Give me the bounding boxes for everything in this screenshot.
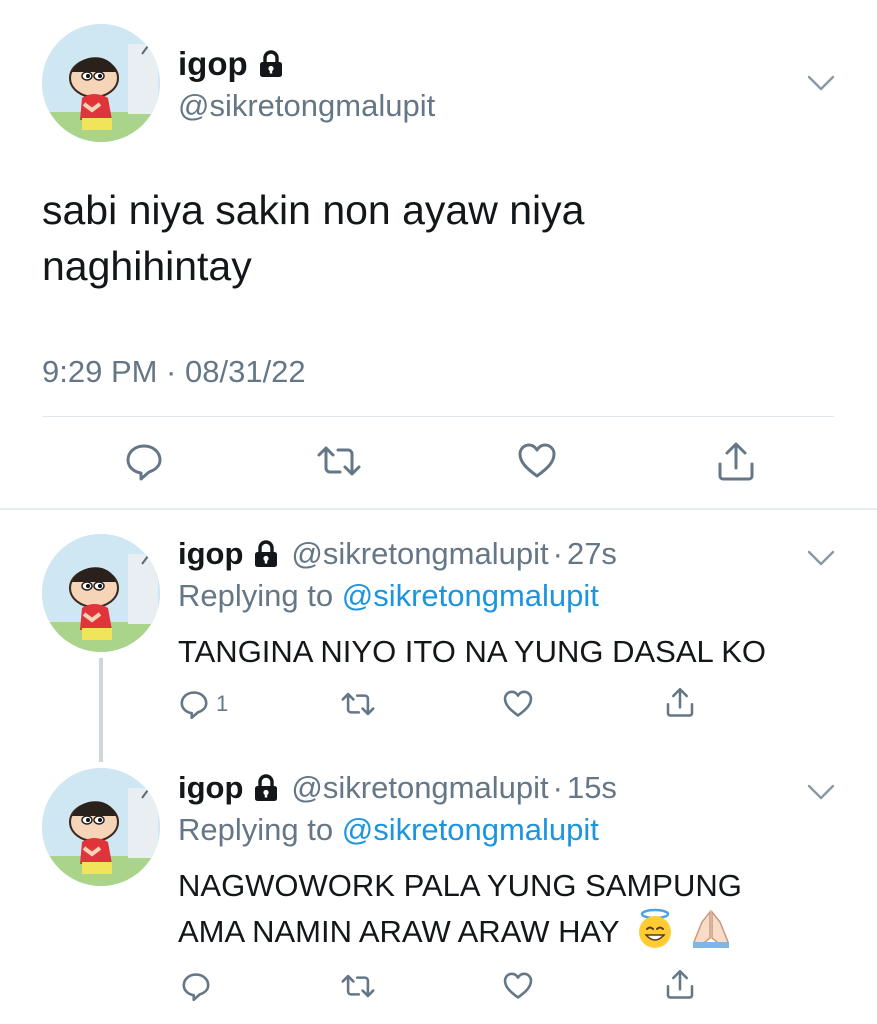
reply-icon bbox=[182, 973, 210, 1002]
like-button[interactable] bbox=[502, 970, 534, 1002]
share-icon bbox=[666, 969, 694, 999]
reply-text-line: NAGWOWORK PALA YUNG SAMPUNG bbox=[178, 868, 742, 903]
tweet-text: sabi niya sakin non ayaw niya naghihinta… bbox=[42, 182, 822, 294]
tweet-text-line: sabi niya sakin non ayaw niya bbox=[42, 187, 585, 233]
section-divider bbox=[0, 508, 877, 510]
lock-icon bbox=[258, 50, 284, 78]
user-name[interactable]: igop bbox=[178, 45, 248, 83]
retweet-button[interactable] bbox=[316, 440, 362, 482]
main-tweet: igop @sikretongmalupit sabi niya sakin n… bbox=[0, 0, 877, 510]
avatar[interactable] bbox=[42, 24, 160, 142]
retweet-button[interactable] bbox=[340, 970, 376, 1002]
reply-tweet[interactable]: igop @sikretongmalupit · 15s Replying to… bbox=[0, 768, 877, 1018]
reply-icon bbox=[126, 444, 162, 481]
reply-text: TANGINA NIYO ITO NA YUNG DASAL KO bbox=[178, 630, 838, 674]
user-name[interactable]: igop bbox=[178, 536, 243, 572]
like-button[interactable] bbox=[502, 688, 534, 720]
lock-icon bbox=[253, 774, 279, 802]
retweet-button[interactable] bbox=[340, 688, 376, 720]
reply-time[interactable]: 27s bbox=[567, 536, 617, 572]
smiling-face-with-halo-icon bbox=[634, 908, 676, 950]
share-icon bbox=[666, 687, 694, 717]
replying-to-mention[interactable]: @sikretongmalupit bbox=[342, 578, 599, 613]
avatar[interactable] bbox=[42, 768, 160, 886]
lock-icon bbox=[253, 540, 279, 568]
reply-time[interactable]: 15s bbox=[567, 770, 617, 806]
replying-to: Replying to @sikretongmalupit bbox=[178, 812, 599, 848]
chevron-down-icon[interactable] bbox=[806, 782, 836, 802]
user-handle[interactable]: @sikretongmalupit bbox=[291, 770, 548, 806]
reply-header: igop @sikretongmalupit · 15s bbox=[178, 768, 617, 808]
separator-dot: · bbox=[552, 536, 563, 571]
user-name-row[interactable]: igop bbox=[178, 44, 284, 84]
user-handle[interactable]: @sikretongmalupit bbox=[291, 536, 548, 572]
like-button[interactable] bbox=[516, 440, 558, 482]
avatar-image bbox=[42, 534, 160, 652]
share-button[interactable] bbox=[716, 440, 756, 482]
user-name[interactable]: igop bbox=[178, 770, 243, 806]
reply-text-line: TANGINA NIYO ITO NA YUNG DASAL KO bbox=[178, 634, 767, 669]
reply-text: NAGWOWORK PALA YUNG SAMPUNG AMA NAMIN AR… bbox=[178, 864, 838, 954]
avatar-image bbox=[42, 768, 160, 886]
replying-to-label: Replying to bbox=[178, 812, 334, 847]
like-icon bbox=[503, 690, 533, 717]
divider bbox=[42, 416, 834, 417]
avatar-image bbox=[42, 24, 160, 142]
like-icon bbox=[518, 443, 556, 478]
separator-dot: · bbox=[552, 770, 563, 805]
like-icon bbox=[503, 972, 533, 999]
reply-header: igop @sikretongmalupit · 27s bbox=[178, 534, 617, 574]
thread-connector-line bbox=[99, 658, 103, 762]
reply-count: 1 bbox=[216, 691, 229, 716]
replying-to-mention[interactable]: @sikretongmalupit bbox=[342, 812, 599, 847]
share-icon bbox=[718, 442, 754, 481]
avatar[interactable] bbox=[42, 534, 160, 652]
reply-icon bbox=[180, 691, 208, 720]
tweet-timestamp[interactable]: 9:29 PM · 08/31/22 bbox=[42, 354, 306, 390]
tweet-thread-page: igop @sikretongmalupit sabi niya sakin n… bbox=[0, 0, 877, 1024]
reply-text-line-2: AMA NAMIN ARAW ARAW HAY bbox=[178, 908, 838, 954]
reply-tweet[interactable]: igop @sikretongmalupit · 27s Replying to… bbox=[0, 534, 877, 734]
retweet-icon bbox=[341, 692, 375, 716]
retweet-icon bbox=[341, 974, 375, 998]
reply-button[interactable] bbox=[123, 440, 165, 482]
chevron-down-icon[interactable] bbox=[806, 72, 836, 94]
user-handle[interactable]: @sikretongmalupit bbox=[178, 88, 435, 124]
tweet-text-line: naghihintay bbox=[42, 243, 252, 289]
retweet-icon bbox=[317, 446, 361, 476]
replying-to-label: Replying to bbox=[178, 578, 334, 613]
replying-to: Replying to @sikretongmalupit bbox=[178, 578, 599, 614]
chevron-down-icon[interactable] bbox=[806, 548, 836, 568]
reply-button[interactable] bbox=[180, 970, 212, 1002]
share-button[interactable] bbox=[665, 686, 695, 718]
reply-text-line: AMA NAMIN ARAW ARAW HAY bbox=[178, 914, 619, 949]
folded-hands-icon bbox=[690, 908, 732, 950]
share-button[interactable] bbox=[665, 968, 695, 1000]
reply-button[interactable]: 1 bbox=[178, 688, 228, 720]
